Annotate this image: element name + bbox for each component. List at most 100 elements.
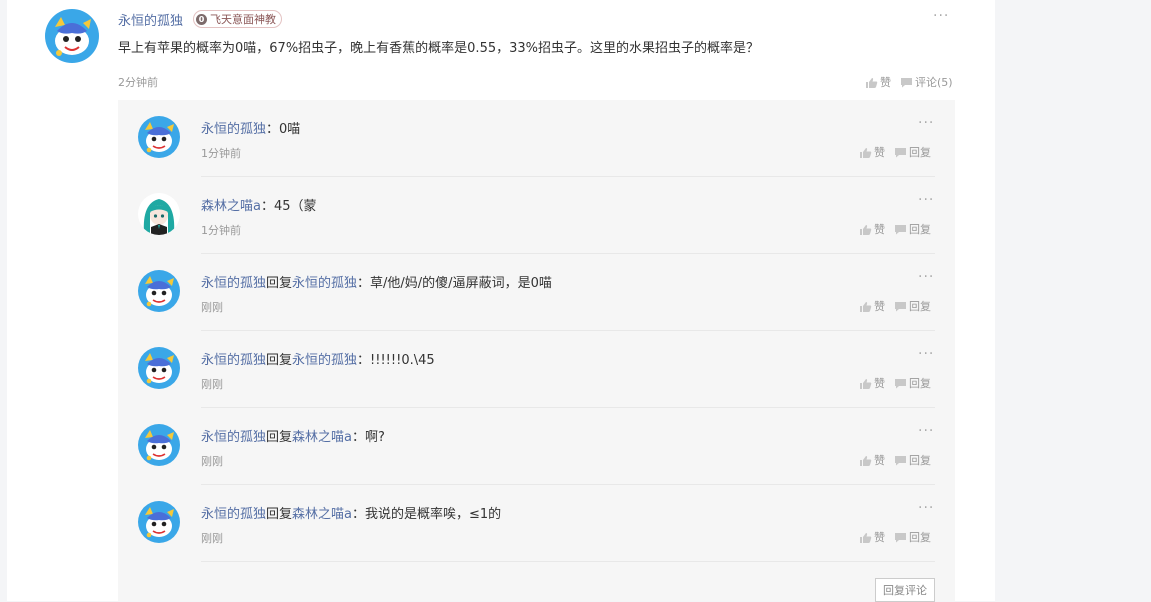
reply-list: 回复评论 永恒的孤独：0喵 1分钟前 ··· 赞 回复 森林之喵a：45（蒙 1… <box>118 100 955 602</box>
reply-comment-button[interactable]: 回复评论 <box>875 578 935 602</box>
reply-target-username[interactable]: 永恒的孤独 <box>292 353 357 368</box>
reply-avatar[interactable] <box>138 270 180 312</box>
comment-username[interactable]: 永恒的孤独 <box>118 10 183 29</box>
reply-avatar[interactable] <box>138 424 180 466</box>
reply-item: 永恒的孤独：0喵 1分钟前 ··· 赞 回复 <box>118 100 955 177</box>
badge-level: 0 <box>196 13 207 25</box>
reply-avatar[interactable] <box>138 116 180 158</box>
thumbs-up-icon <box>860 301 872 312</box>
more-options-icon[interactable]: ··· <box>918 192 934 208</box>
reply-actions: 赞 回复 <box>859 221 931 237</box>
reply-button[interactable]: 回复 <box>894 144 931 160</box>
reply-button[interactable]: 回复 <box>894 452 931 468</box>
reply-username[interactable]: 森林之喵a <box>201 199 261 214</box>
reply-line: 永恒的孤独：0喵 <box>201 118 300 137</box>
comment-time: 2分钟前 <box>118 76 158 89</box>
comment-bubble-icon <box>895 532 906 542</box>
comment-button[interactable]: 评论(5) <box>900 74 953 90</box>
reply-item: 永恒的孤独回复永恒的孤独：草/他/妈/的傻/逼屏蔽词，是0喵 刚刚 ··· 赞 … <box>118 254 955 331</box>
comment-text: 早上有苹果的概率为0喵，67%招虫子，晚上有香蕉的概率是0.55，33%招虫子。… <box>118 41 760 56</box>
reply-username[interactable]: 永恒的孤独 <box>201 122 266 137</box>
like-button[interactable]: 赞 <box>859 221 885 237</box>
badge-name: 飞天意面神教 <box>210 13 276 26</box>
reply-username[interactable]: 永恒的孤独 <box>201 276 266 291</box>
reply-time: 刚刚 <box>201 301 223 314</box>
reply-button[interactable]: 回复 <box>894 375 931 391</box>
reply-actions: 赞 回复 <box>859 375 931 391</box>
reply-text: ：我说的是概率唉，≤1的 <box>352 507 502 522</box>
like-button[interactable]: 赞 <box>859 529 885 545</box>
more-options-icon[interactable]: ··· <box>918 269 934 285</box>
reply-button[interactable]: 回复 <box>894 529 931 545</box>
comment-bubble-icon <box>895 455 906 465</box>
comment-bubble-icon <box>895 224 906 234</box>
reply-actions: 赞 回复 <box>859 144 931 160</box>
more-options-icon[interactable]: ··· <box>918 115 934 131</box>
like-label: 赞 <box>874 300 885 313</box>
reply-avatar[interactable] <box>138 193 180 235</box>
right-gutter <box>995 0 1151 601</box>
more-options-icon[interactable]: ··· <box>918 500 934 516</box>
reply-item: 永恒的孤独回复森林之喵a：我说的是概率唉，≤1的 刚刚 ··· 赞 回复 <box>118 485 955 562</box>
page: 永恒的孤独 0 飞天意面神教 ··· 早上有苹果的概率为0喵，67%招虫子，晚上… <box>0 0 1151 602</box>
reply-label: 回复 <box>909 146 931 159</box>
reply-time: 1分钟前 <box>201 224 241 237</box>
like-button[interactable]: 赞 <box>859 375 885 391</box>
reply-actions: 赞 回复 <box>859 452 931 468</box>
reply-actions: 赞 回复 <box>859 298 931 314</box>
reply-line: 永恒的孤独回复森林之喵a：我说的是概率唉，≤1的 <box>201 503 501 522</box>
like-label: 赞 <box>874 223 885 236</box>
comment-bubble-icon <box>895 147 906 157</box>
reply-label: 回复 <box>909 377 931 390</box>
reply-button[interactable]: 回复 <box>894 221 931 237</box>
reply-username[interactable]: 永恒的孤独 <box>201 430 266 445</box>
reply-target-username[interactable]: 森林之喵a <box>292 507 352 522</box>
reply-word: 回复 <box>266 507 293 522</box>
thumbs-up-icon <box>860 378 872 389</box>
thumbs-up-icon <box>866 77 878 88</box>
like-label: 赞 <box>880 76 891 89</box>
reply-item: 永恒的孤独回复森林之喵a：啊? 刚刚 ··· 赞 回复 <box>118 408 955 485</box>
reply-avatar[interactable] <box>138 501 180 543</box>
reply-line: 森林之喵a：45（蒙 <box>201 195 317 214</box>
more-options-icon[interactable]: ··· <box>918 346 934 362</box>
reply-avatar[interactable] <box>138 347 180 389</box>
thumbs-up-icon <box>860 532 872 543</box>
reply-username[interactable]: 永恒的孤独 <box>201 507 266 522</box>
comment-count-label: 评论(5) <box>915 76 953 89</box>
reply-target-username[interactable]: 永恒的孤独 <box>292 276 357 291</box>
reply-target-username[interactable]: 森林之喵a <box>292 430 352 445</box>
divider <box>201 561 935 562</box>
user-avatar[interactable] <box>45 9 99 63</box>
reply-line: 永恒的孤独回复永恒的孤独：!!!!!!0.\45 <box>201 349 435 368</box>
reply-time: 刚刚 <box>201 455 223 468</box>
fan-badge[interactable]: 0 飞天意面神教 <box>193 10 282 28</box>
comment-bubble-icon <box>895 301 906 311</box>
reply-line: 永恒的孤独回复永恒的孤独：草/他/妈/的傻/逼屏蔽词，是0喵 <box>201 272 552 291</box>
like-button[interactable]: 赞 <box>865 74 891 90</box>
comment-card: 永恒的孤独 0 飞天意面神教 ··· 早上有苹果的概率为0喵，67%招虫子，晚上… <box>7 0 995 602</box>
reply-label: 回复 <box>909 454 931 467</box>
thumbs-up-icon <box>860 455 872 466</box>
reply-actions: 赞 回复 <box>859 529 931 545</box>
like-button[interactable]: 赞 <box>859 298 885 314</box>
reply-time: 刚刚 <box>201 378 223 391</box>
reply-time: 刚刚 <box>201 532 223 545</box>
reply-text: ：草/他/妈/的傻/逼屏蔽词，是0喵 <box>357 276 552 291</box>
reply-word: 回复 <box>266 430 293 445</box>
comment-bubble-icon <box>901 77 912 87</box>
like-button[interactable]: 赞 <box>859 452 885 468</box>
reply-text: ：!!!!!!0.\45 <box>357 353 435 368</box>
reply-word: 回复 <box>266 353 293 368</box>
more-options-icon[interactable]: ··· <box>933 8 949 24</box>
like-label: 赞 <box>874 146 885 159</box>
reply-button[interactable]: 回复 <box>894 298 931 314</box>
like-button[interactable]: 赞 <box>859 144 885 160</box>
thumbs-up-icon <box>860 224 872 235</box>
reply-label: 回复 <box>909 531 931 544</box>
thumbs-up-icon <box>860 147 872 158</box>
more-options-icon[interactable]: ··· <box>918 423 934 439</box>
reply-text: ：啊? <box>352 430 385 445</box>
reply-username[interactable]: 永恒的孤独 <box>201 353 266 368</box>
reply-text: ：45（蒙 <box>260 199 317 214</box>
